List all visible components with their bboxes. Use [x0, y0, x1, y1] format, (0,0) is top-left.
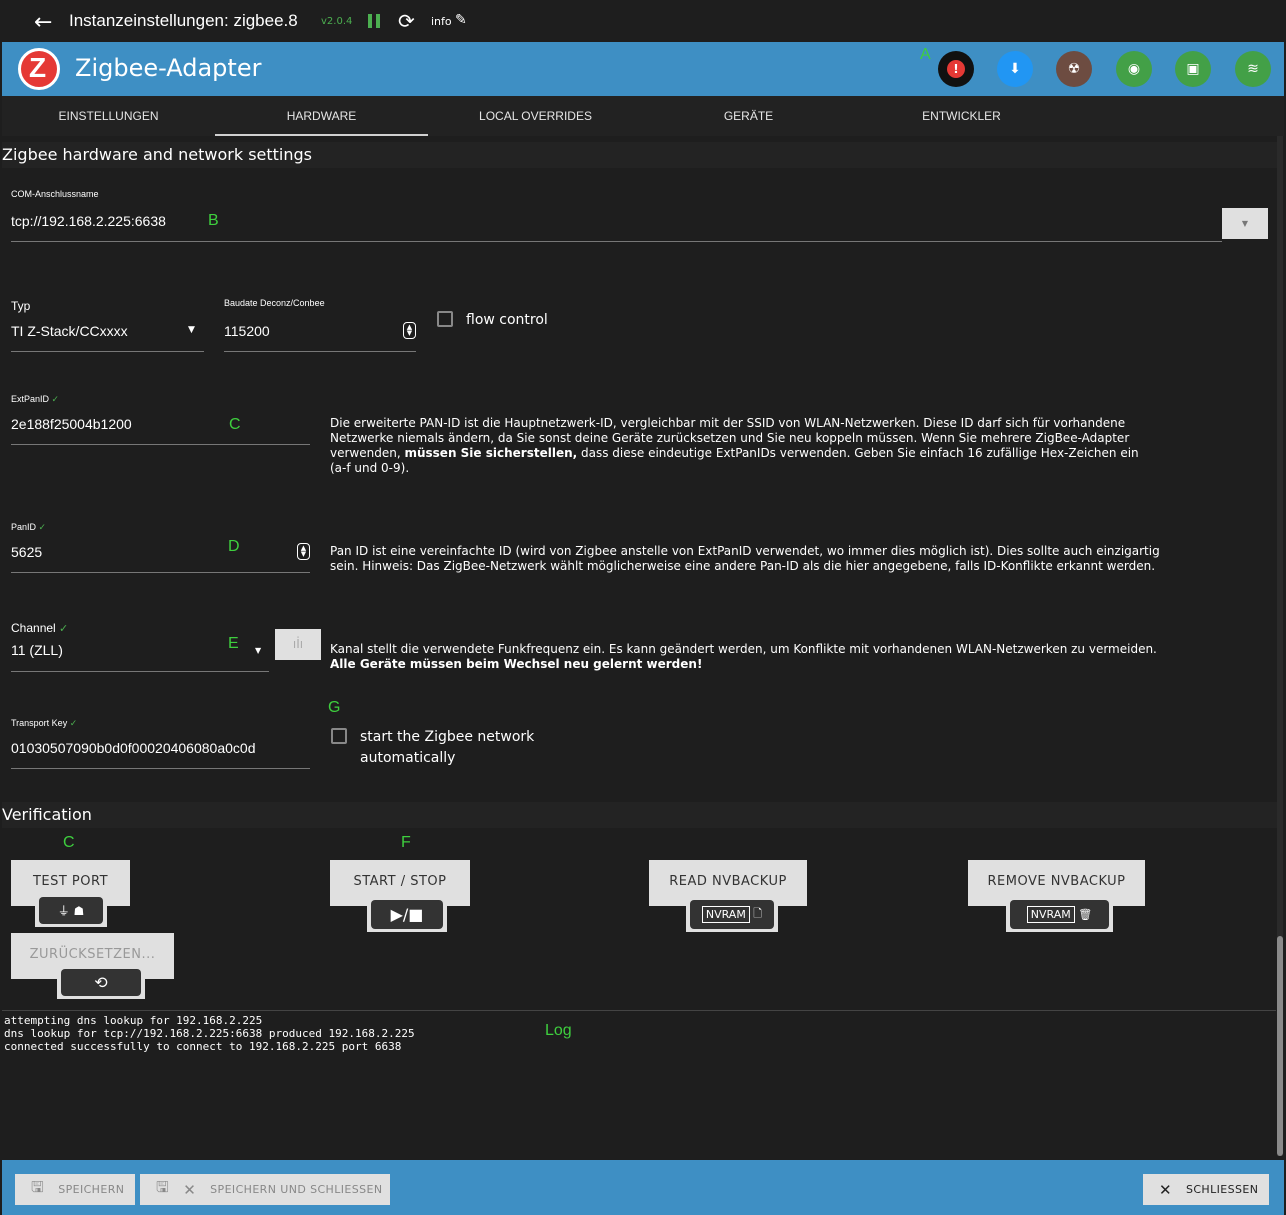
- com-port-input[interactable]: tcp://192.168.2.225:6638: [11, 213, 166, 229]
- panid-description: Pan ID ist eine vereinfachte ID (wird vo…: [330, 544, 1160, 573]
- baud-input[interactable]: 115200: [224, 323, 270, 339]
- annotation-marker-c2: C: [63, 834, 75, 851]
- annotation-marker-d: D: [228, 538, 240, 555]
- baud-label: Baudate Deconz/Conbee: [224, 298, 325, 308]
- annotation-marker-a: A: [920, 46, 931, 63]
- channel-select[interactable]: 11 (ZLL): [11, 642, 63, 658]
- check-icon: ✓: [38, 522, 47, 532]
- annotation-marker-g: G: [328, 699, 341, 716]
- log-panel: attempting dns lookup for 192.168.2.225 …: [2, 1010, 1276, 1155]
- error-icon[interactable]: !: [938, 51, 974, 87]
- panid-stepper-icon[interactable]: ▲ ▼: [297, 543, 310, 560]
- type-underline: [11, 351, 204, 352]
- play-stop-icon: ▶/■: [371, 900, 443, 929]
- tab-einstellungen[interactable]: EINSTELLUNGEN: [2, 96, 215, 136]
- tab-local-overrides[interactable]: LOCAL OVERRIDES: [429, 96, 642, 136]
- extpanid-label: ExtPanID ✓: [11, 394, 60, 404]
- flow-control-label: flow control: [466, 312, 548, 328]
- check-icon: ✓: [69, 718, 78, 728]
- panid-underline: [11, 572, 310, 573]
- annotation-marker-b: B: [208, 212, 219, 229]
- version-label: v2.0.4: [321, 16, 353, 27]
- log-line: connected successfully to connect to 192…: [4, 1040, 402, 1053]
- download-icon[interactable]: ⬇: [997, 51, 1033, 87]
- channel-underline: [11, 671, 269, 672]
- type-label: Typ: [11, 299, 31, 313]
- footer-bar: 🖫 SPEICHERN 🖫 ✕ SPEICHERN UND SCHLIESSEN ✕ S…: [2, 1160, 1284, 1215]
- extpanid-description: Die erweiterte PAN-ID ist die Hauptnetzw…: [330, 416, 1139, 475]
- floppy-icon: 🖫: [156, 1178, 170, 1196]
- test-port-icon-box[interactable]: ⏚ ☗: [35, 894, 107, 927]
- annotation-marker-f: F: [401, 834, 411, 851]
- check-icon: ✓: [59, 623, 69, 635]
- signal-icon[interactable]: ◉: [1116, 51, 1152, 87]
- com-port-dropdown-button[interactable]: ▼: [1222, 208, 1268, 239]
- save-button[interactable]: 🖫 SPEICHERN: [15, 1174, 135, 1205]
- reset-icon-box[interactable]: ⟲: [57, 966, 145, 999]
- annotation-marker-log: Log: [545, 1022, 572, 1039]
- channel-label: Channel ✓: [11, 621, 69, 635]
- adapter-header: Z Zigbee-Adapter A ! ⬇ ☢ ◉ ▣ ≋: [2, 42, 1284, 96]
- tab-entwickler[interactable]: ENTWICKLER: [855, 96, 1068, 136]
- section-title-hardware: Zigbee hardware and network settings: [2, 142, 1278, 168]
- back-arrow-icon[interactable]: ←: [34, 10, 52, 35]
- nvram-delete-icon: NVRAM 🗑: [1010, 900, 1109, 929]
- info-link[interactable]: info: [431, 15, 452, 28]
- com-port-label: COM-Anschlussname: [11, 189, 99, 199]
- restore-icon: ⟲: [61, 969, 141, 996]
- pencil-icon[interactable]: ✎: [455, 12, 467, 28]
- pause-icon[interactable]: [368, 14, 382, 28]
- tab-hardware[interactable]: HARDWARE: [215, 96, 428, 136]
- autostart-label: start the Zigbee network automatically: [360, 729, 535, 766]
- annotation-marker-c: C: [229, 416, 241, 433]
- annotation-marker-e: E: [228, 635, 239, 652]
- flow-control-checkbox[interactable]: [437, 311, 453, 327]
- channel-description: Kanal stellt die verwendete Funkfrequenz…: [330, 642, 1157, 671]
- top-bar: ← Instanzeinstellungen: zigbee.8 v2.0.4 …: [0, 0, 1286, 42]
- type-select[interactable]: TI Z-Stack/CCxxxx: [11, 323, 128, 339]
- close-icon: ✕: [1159, 1180, 1172, 1199]
- extpanid-underline: [11, 444, 310, 445]
- transport-key-label: Transport Key ✓: [11, 718, 78, 728]
- tab-geraete[interactable]: GERÄTE: [642, 96, 855, 136]
- start-stop-icon-box[interactable]: ▶/■: [367, 897, 447, 932]
- floppy-icon: 🖫: [31, 1178, 45, 1196]
- waveform-icon: ıİı: [292, 637, 304, 651]
- extpanid-input[interactable]: 2e188f25004b1200: [11, 416, 132, 432]
- remove-nvbackup-icon-box[interactable]: NVRAM 🗑: [1006, 897, 1113, 932]
- panid-label: PanID ✓: [11, 522, 47, 532]
- reload-icon[interactable]: ⟳: [398, 9, 415, 33]
- usb-network-icon: ⏚ ☗: [39, 897, 103, 924]
- type-dropdown-icon[interactable]: ▼: [188, 325, 195, 335]
- close-icon: ✕: [183, 1180, 197, 1199]
- channel-dropdown-icon[interactable]: ▼: [255, 646, 261, 655]
- scrollbar[interactable]: [1277, 136, 1283, 1156]
- section-title-verification: Verification: [2, 802, 1278, 828]
- zigbee-logo: Z: [18, 48, 60, 90]
- tab-bar: EINSTELLUNGEN HARDWARE LOCAL OVERRIDES G…: [2, 96, 1284, 136]
- baud-underline: [224, 351, 416, 352]
- check-icon: ✓: [51, 394, 60, 404]
- panid-input[interactable]: 5625: [11, 544, 42, 560]
- radioactive-icon[interactable]: ☢: [1056, 51, 1092, 87]
- nvram-file-icon: NVRAM 🗋: [690, 900, 774, 929]
- autostart-checkbox[interactable]: [331, 728, 347, 744]
- window-title: Instanzeinstellungen: zigbee.8: [69, 11, 298, 30]
- read-nvbackup-icon-box[interactable]: NVRAM 🗋: [686, 897, 778, 932]
- zigbee-icon[interactable]: ≋: [1235, 51, 1271, 87]
- log-line: attempting dns lookup for 192.168.2.225: [4, 1014, 263, 1027]
- transport-key-input[interactable]: 01030507090b0d0f00020406080a0c0d: [11, 740, 255, 756]
- channel-scan-button[interactable]: ıİı: [275, 629, 321, 660]
- close-button[interactable]: ✕ SCHLIESSEN: [1143, 1174, 1269, 1205]
- baud-stepper-icon[interactable]: ▲ ▼: [403, 322, 416, 339]
- save-and-close-button[interactable]: 🖫 ✕ SPEICHERN UND SCHLIESSEN: [140, 1174, 390, 1205]
- log-line: dns lookup for tcp://192.168.2.225:6638 …: [4, 1027, 415, 1040]
- com-port-underline: [11, 241, 1222, 242]
- transport-key-underline: [11, 768, 310, 769]
- scrollbar-thumb[interactable]: [1277, 936, 1283, 1156]
- adapter-name: Zigbee-Adapter: [75, 54, 262, 82]
- chip-icon[interactable]: ▣: [1175, 51, 1211, 87]
